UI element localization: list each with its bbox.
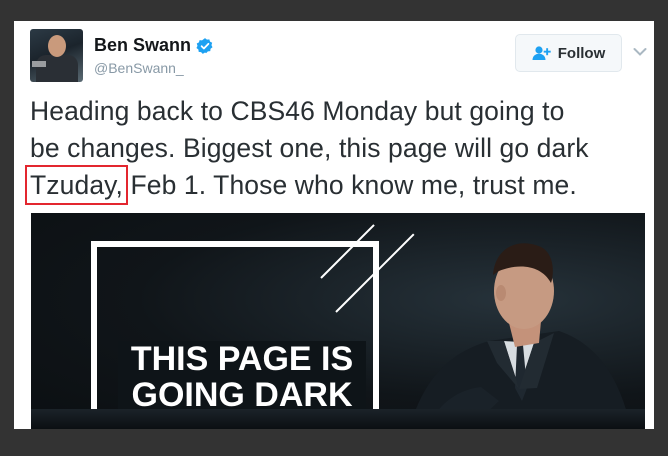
follow-button[interactable]: Follow [515, 34, 622, 72]
avatar[interactable] [30, 29, 83, 82]
follow-label: Follow [557, 44, 606, 62]
image-headline-line-2: GOING DARK [131, 376, 353, 414]
tweet-line-3: Tzuday, Feb 1. Those who know me, trust … [25, 165, 650, 205]
highlighted-word: Tzuday, [25, 165, 128, 205]
avatar-prop [32, 61, 46, 67]
author-handle[interactable]: @BenSwann_ [94, 60, 184, 76]
tweet-line-2: be changes. Biggest one, this page will … [30, 133, 589, 163]
tweet-text: Heading back to CBS46 Monday but going t… [25, 93, 650, 205]
image-desk [31, 409, 645, 429]
tweet-card: Ben Swann @BenSwann_ Follow Heading back… [14, 21, 654, 429]
verified-badge-icon [196, 37, 213, 54]
chevron-down-icon[interactable] [633, 47, 647, 57]
image-headline-line-1: THIS PAGE IS [130, 340, 354, 378]
avatar-head [48, 35, 66, 57]
tweet-line-1: Heading back to CBS46 Monday but going t… [30, 96, 565, 126]
man-in-suit-illustration [409, 243, 631, 429]
author-name[interactable]: Ben Swann [94, 35, 191, 56]
image-headline: THIS PAGE IS GOING DARK [118, 341, 366, 413]
avatar-torso [36, 55, 78, 82]
tweet-image[interactable]: THIS PAGE IS GOING DARK [31, 213, 645, 429]
tweet-line-3-rest: Feb 1. Those who know me, trust me. [123, 170, 577, 200]
author-name-row[interactable]: Ben Swann [94, 35, 214, 56]
add-user-icon [532, 46, 551, 60]
